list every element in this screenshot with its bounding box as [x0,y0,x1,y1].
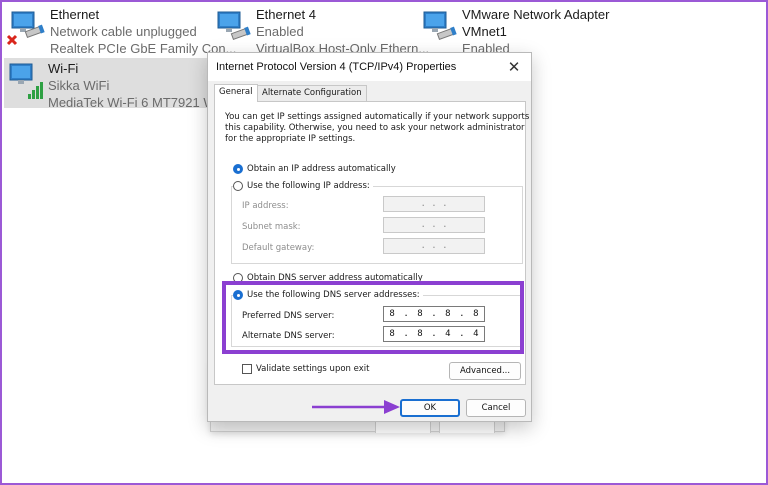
radio-unselected-icon [233,273,243,283]
checkbox-unchecked-icon [242,364,252,374]
validate-checkbox[interactable]: Validate settings upon exit [242,364,369,374]
checkbox-label: Validate settings upon exit [256,364,370,374]
preferred-dns-field[interactable]: 8. 8. 8. 8 [383,306,485,322]
adapter-name: Ethernet [50,7,100,22]
octet: 8 [445,309,451,319]
dns-auto-radio[interactable]: Obtain DNS server address automatically [233,273,423,283]
default-gateway-label: Default gateway: [242,243,315,253]
subnet-mask-field[interactable]: . . . [383,217,485,233]
tab-alternate-configuration[interactable]: Alternate Configuration [257,85,367,101]
alternate-dns-field[interactable]: 8. 8. 4. 4 [383,326,485,342]
adapter-wifi[interactable]: Wi-Fi Sikka WiFi MediaTek Wi-Fi 6 MT7921… [4,58,229,110]
description-line: for the appropriate IP settings. [225,134,356,144]
octet: 8 [473,309,479,319]
tab-general[interactable]: General [214,84,258,102]
wifi-monitor-icon [6,60,46,100]
description-line: this capability. Otherwise, you need to … [225,123,525,133]
preferred-dns-label: Preferred DNS server: [242,311,335,321]
radio-unselected-icon [233,181,243,191]
adapter-ethernet[interactable]: Ethernet Network cable unplugged Realtek… [6,6,236,58]
description-text: You can get IP settings assigned automat… [225,112,530,145]
ipv4-properties-dialog: Internet Protocol Version 4 (TCP/IPv4) P… [207,52,532,422]
dialog-title: Internet Protocol Version 4 (TCP/IPv4) P… [216,61,457,73]
adapter-name: VMware Network Adapter [462,7,610,22]
adapter-subname: VMnet1 [462,24,507,39]
ok-button[interactable]: OK [400,399,460,417]
arrow-right-icon [312,400,400,414]
octet: 8 [417,309,423,319]
radio-selected-icon [233,164,243,174]
radio-label: Obtain an IP address automatically [247,164,396,174]
radio-label: Use the following DNS server addresses: [247,290,420,300]
default-gateway-field[interactable]: . . . [383,238,485,254]
cancel-button[interactable]: Cancel [466,399,526,417]
adapter-network: Sikka WiFi [48,78,110,93]
octet: 4 [473,329,479,339]
ip-address-label: IP address: [242,201,289,211]
subnet-mask-label: Subnet mask: [242,222,301,232]
description-line: You can get IP settings assigned automat… [225,112,530,122]
adapter-name: Wi-Fi [48,61,79,76]
adapter-vmware[interactable]: VMware Network Adapter VMnet1 Enabled [418,6,618,58]
octet: 8 [417,329,423,339]
octet: 4 [445,329,451,339]
network-monitor-icon [212,6,252,46]
octet: 8 [389,309,395,319]
titlebar: Internet Protocol Version 4 (TCP/IPv4) P… [208,53,531,81]
octet: 8 [389,329,395,339]
ip-address-field[interactable]: . . . [383,196,485,212]
network-monitor-icon [418,6,458,46]
network-monitor-icon [6,6,46,46]
ip-dots: . . . [420,220,448,230]
radio-label: Use the following IP address: [247,181,370,191]
alternate-dns-label: Alternate DNS server: [242,331,335,341]
ip-auto-radio[interactable]: Obtain an IP address automatically [233,164,396,174]
adapter-name: Ethernet 4 [256,7,316,22]
close-icon[interactable]: ✕ [503,57,525,77]
advanced-button[interactable]: Advanced... [449,362,521,380]
ip-manual-radio[interactable]: Use the following IP address: [233,181,373,191]
general-panel: You can get IP settings assigned automat… [214,101,530,385]
dns-manual-radio[interactable]: Use the following DNS server addresses: [233,290,423,300]
ip-dots: . . . [420,241,448,251]
ip-dots: . . . [420,199,448,209]
adapter-device: MediaTek Wi-Fi 6 MT7921 Wi... [48,95,230,110]
adapter-status: Enabled [256,24,304,39]
adapter-ethernet-4[interactable]: Ethernet 4 Enabled VirtualBox Host-Only … [212,6,429,58]
adapter-status: Network cable unplugged [50,24,197,39]
radio-selected-icon [233,290,243,300]
radio-label: Obtain DNS server address automatically [247,273,423,283]
